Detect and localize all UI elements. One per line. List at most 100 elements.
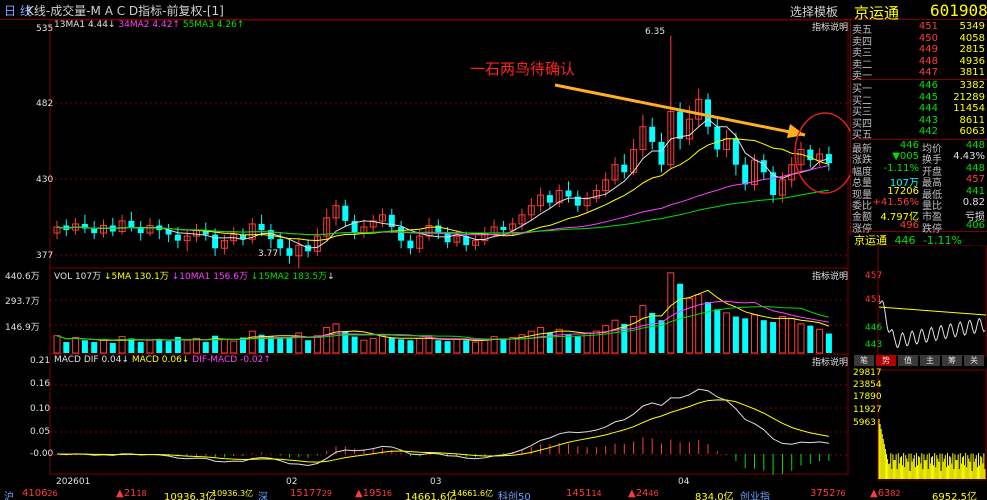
stat-value: 448 xyxy=(965,140,985,151)
volume-bar xyxy=(193,337,200,354)
stat-value: 496 xyxy=(899,219,919,231)
macd-dea-line xyxy=(56,399,829,463)
order-price: 445 xyxy=(918,91,938,103)
volume-bar xyxy=(723,312,731,354)
candle-body xyxy=(407,240,414,249)
volume-bar xyxy=(435,340,442,353)
volume-bar xyxy=(602,325,610,354)
order-book-row[interactable]: 买五 442 6063 xyxy=(852,126,987,141)
stat-value: 4.43% xyxy=(953,151,985,163)
order-volume: 2815 xyxy=(959,44,985,56)
sz-index[interactable]: 1517729 xyxy=(290,488,332,499)
chart-title: K线-成交量-M A C D指标-前复权-[1] xyxy=(26,4,224,18)
low-price-label: 3.77 xyxy=(258,249,279,259)
ma55-legend: 55MA3 4.26 xyxy=(182,20,237,30)
select-template-button[interactable]: 选择模板 xyxy=(790,3,838,20)
volume-bars xyxy=(53,272,832,354)
sh-amount: 10936.3亿 xyxy=(164,492,216,500)
order-volume: 5349 xyxy=(959,21,985,32)
volume-bar xyxy=(313,335,321,354)
volume-bar xyxy=(472,341,479,354)
volume-bar xyxy=(788,317,796,354)
price-axis-label: 430 xyxy=(36,175,54,185)
volume-bar xyxy=(72,337,80,354)
cy-index[interactable]: 375276 xyxy=(810,488,846,499)
volume-bar xyxy=(388,337,395,353)
sz-amount: 14661.6亿 xyxy=(405,492,457,500)
volume-bar xyxy=(685,297,693,354)
ma55-arrow: ↑ xyxy=(236,20,245,30)
volume-bar xyxy=(667,272,675,354)
order-price: 449 xyxy=(918,44,938,56)
stat-row: 现量 17206 最低 441 xyxy=(852,185,987,201)
mini-tab[interactable]: 主 xyxy=(920,355,940,366)
volume-bar xyxy=(202,342,209,353)
candle-body xyxy=(174,234,181,241)
mini-avg-line xyxy=(878,306,987,316)
volume-bar xyxy=(360,339,368,354)
order-book-row[interactable]: 买四 443 8611 xyxy=(852,115,987,130)
stat-value: 441 xyxy=(965,185,985,197)
candle-body xyxy=(742,164,749,185)
cy-index-value: 3752 xyxy=(810,488,836,499)
order-book-row[interactable]: 卖一 447 3811 xyxy=(852,67,987,82)
order-book-row[interactable]: 买三 444 11454 xyxy=(852,103,987,118)
stat-value: 17206 xyxy=(887,185,919,197)
volume-ma-line xyxy=(56,289,830,342)
order-book-row[interactable]: 卖五 451 5349 xyxy=(852,21,987,36)
vol-indicator-help[interactable]: 指标说明 xyxy=(812,269,848,282)
volume-ma-line xyxy=(56,306,830,341)
sh-label: 沪 xyxy=(4,492,14,500)
volume-bar xyxy=(137,342,144,353)
volume-bar xyxy=(407,340,414,353)
volume-bar xyxy=(825,333,832,353)
order-book-row[interactable]: 卖四 450 4058 xyxy=(852,33,987,48)
volume-bar xyxy=(332,323,340,354)
cy-label: 创业指 xyxy=(740,492,770,500)
mini-tab[interactable]: 值 xyxy=(898,355,918,366)
stat-value: +41.56% xyxy=(872,197,919,208)
volume-bar xyxy=(732,316,739,353)
macd-value: MACD 0.06 xyxy=(131,355,182,365)
sh-index[interactable]: 410626 xyxy=(22,488,58,499)
high-price-label: 6.35 xyxy=(645,27,666,37)
volume-bar xyxy=(527,330,535,354)
kc-index[interactable]: 145114 xyxy=(566,488,602,499)
mini-axis-label: 446 xyxy=(865,323,883,333)
mini-vol-axis: 11927 xyxy=(853,405,882,415)
volume-bar xyxy=(649,312,656,353)
mini-tab[interactable]: 笔 xyxy=(854,355,874,366)
volume-bar xyxy=(128,338,135,353)
mini-vol-axis: 5963 xyxy=(853,418,876,428)
stat-row: 涨停 496 跌停 406 xyxy=(852,219,987,235)
macd-indicator-help[interactable]: 指标说明 xyxy=(812,355,848,368)
sh-amount-2: 10936.3亿 xyxy=(212,489,254,498)
mini-tab[interactable]: 势 xyxy=(876,355,896,366)
price-axis-label: 377 xyxy=(36,251,54,261)
main-chart-area[interactable] xyxy=(0,20,850,488)
order-book-row[interactable]: 卖三 449 2815 xyxy=(852,44,987,59)
order-book-row[interactable]: 买一 446 3382 xyxy=(852,80,987,95)
candle-body xyxy=(398,226,405,241)
order-book-row[interactable]: 卖二 448 4936 xyxy=(852,56,987,71)
order-book-row[interactable]: 买二 445 21289 xyxy=(852,91,987,107)
vol-axis-label: 293.7万 xyxy=(5,297,40,307)
mini-tab[interactable]: 关 xyxy=(964,355,984,366)
order-volume: 21289 xyxy=(953,91,985,103)
sh-change: ▲21 xyxy=(116,488,137,499)
volume-bar xyxy=(230,340,238,354)
volume-bar xyxy=(555,328,563,354)
volume-bar xyxy=(91,342,98,353)
volume-bar xyxy=(305,340,312,353)
mini-tab[interactable]: 筹 xyxy=(942,355,962,366)
candle-body xyxy=(649,126,656,142)
volume-bar xyxy=(351,336,358,353)
stat-row: 委比 +41.56% 量比 0.82 xyxy=(852,197,987,212)
order-volume: 6063 xyxy=(959,126,985,138)
cy-index-dec: 76 xyxy=(835,489,846,498)
main-indicator-help[interactable]: 指标说明 xyxy=(812,20,848,33)
macd-dif-arrow: ↓ xyxy=(121,355,130,365)
volume-bar xyxy=(742,318,749,353)
candle-body xyxy=(677,111,684,139)
sz-index-dec: 29 xyxy=(321,489,332,498)
